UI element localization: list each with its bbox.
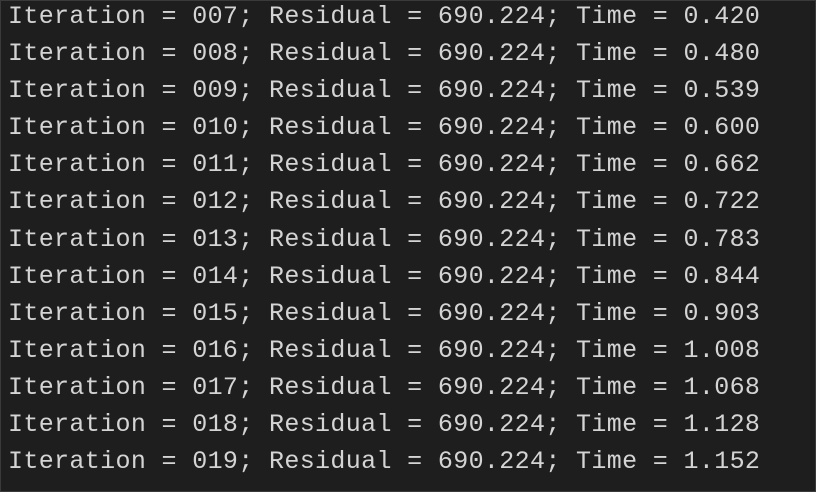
log-line: Iteration = 008; Residual = 690.224; Tim… xyxy=(8,39,761,69)
log-line: Iteration = 013; Residual = 690.224; Tim… xyxy=(8,224,761,254)
log-line: Iteration = 012; Residual = 690.224; Tim… xyxy=(8,187,761,217)
log-line: Iteration = 019; Residual = 690.224; Tim… xyxy=(8,447,761,477)
log-line: Iteration = 010; Residual = 690.224; Tim… xyxy=(8,113,761,143)
console-output: Iteration = 007; Residual = 690.224; Tim… xyxy=(0,0,816,492)
log-line: Iteration = 018; Residual = 690.224; Tim… xyxy=(8,410,761,440)
log-line: Iteration = 015; Residual = 690.224; Tim… xyxy=(8,298,761,328)
log-line: Iteration = 007; Residual = 690.224; Tim… xyxy=(8,2,761,31)
log-line: Iteration = 011; Residual = 690.224; Tim… xyxy=(8,150,761,180)
log-line: Iteration = 014; Residual = 690.224; Tim… xyxy=(8,261,761,291)
log-line: Iteration = 016; Residual = 690.224; Tim… xyxy=(8,335,761,365)
log-line: Iteration = 017; Residual = 690.224; Tim… xyxy=(8,372,761,402)
log-line: Iteration = 009; Residual = 690.224; Tim… xyxy=(8,76,761,106)
